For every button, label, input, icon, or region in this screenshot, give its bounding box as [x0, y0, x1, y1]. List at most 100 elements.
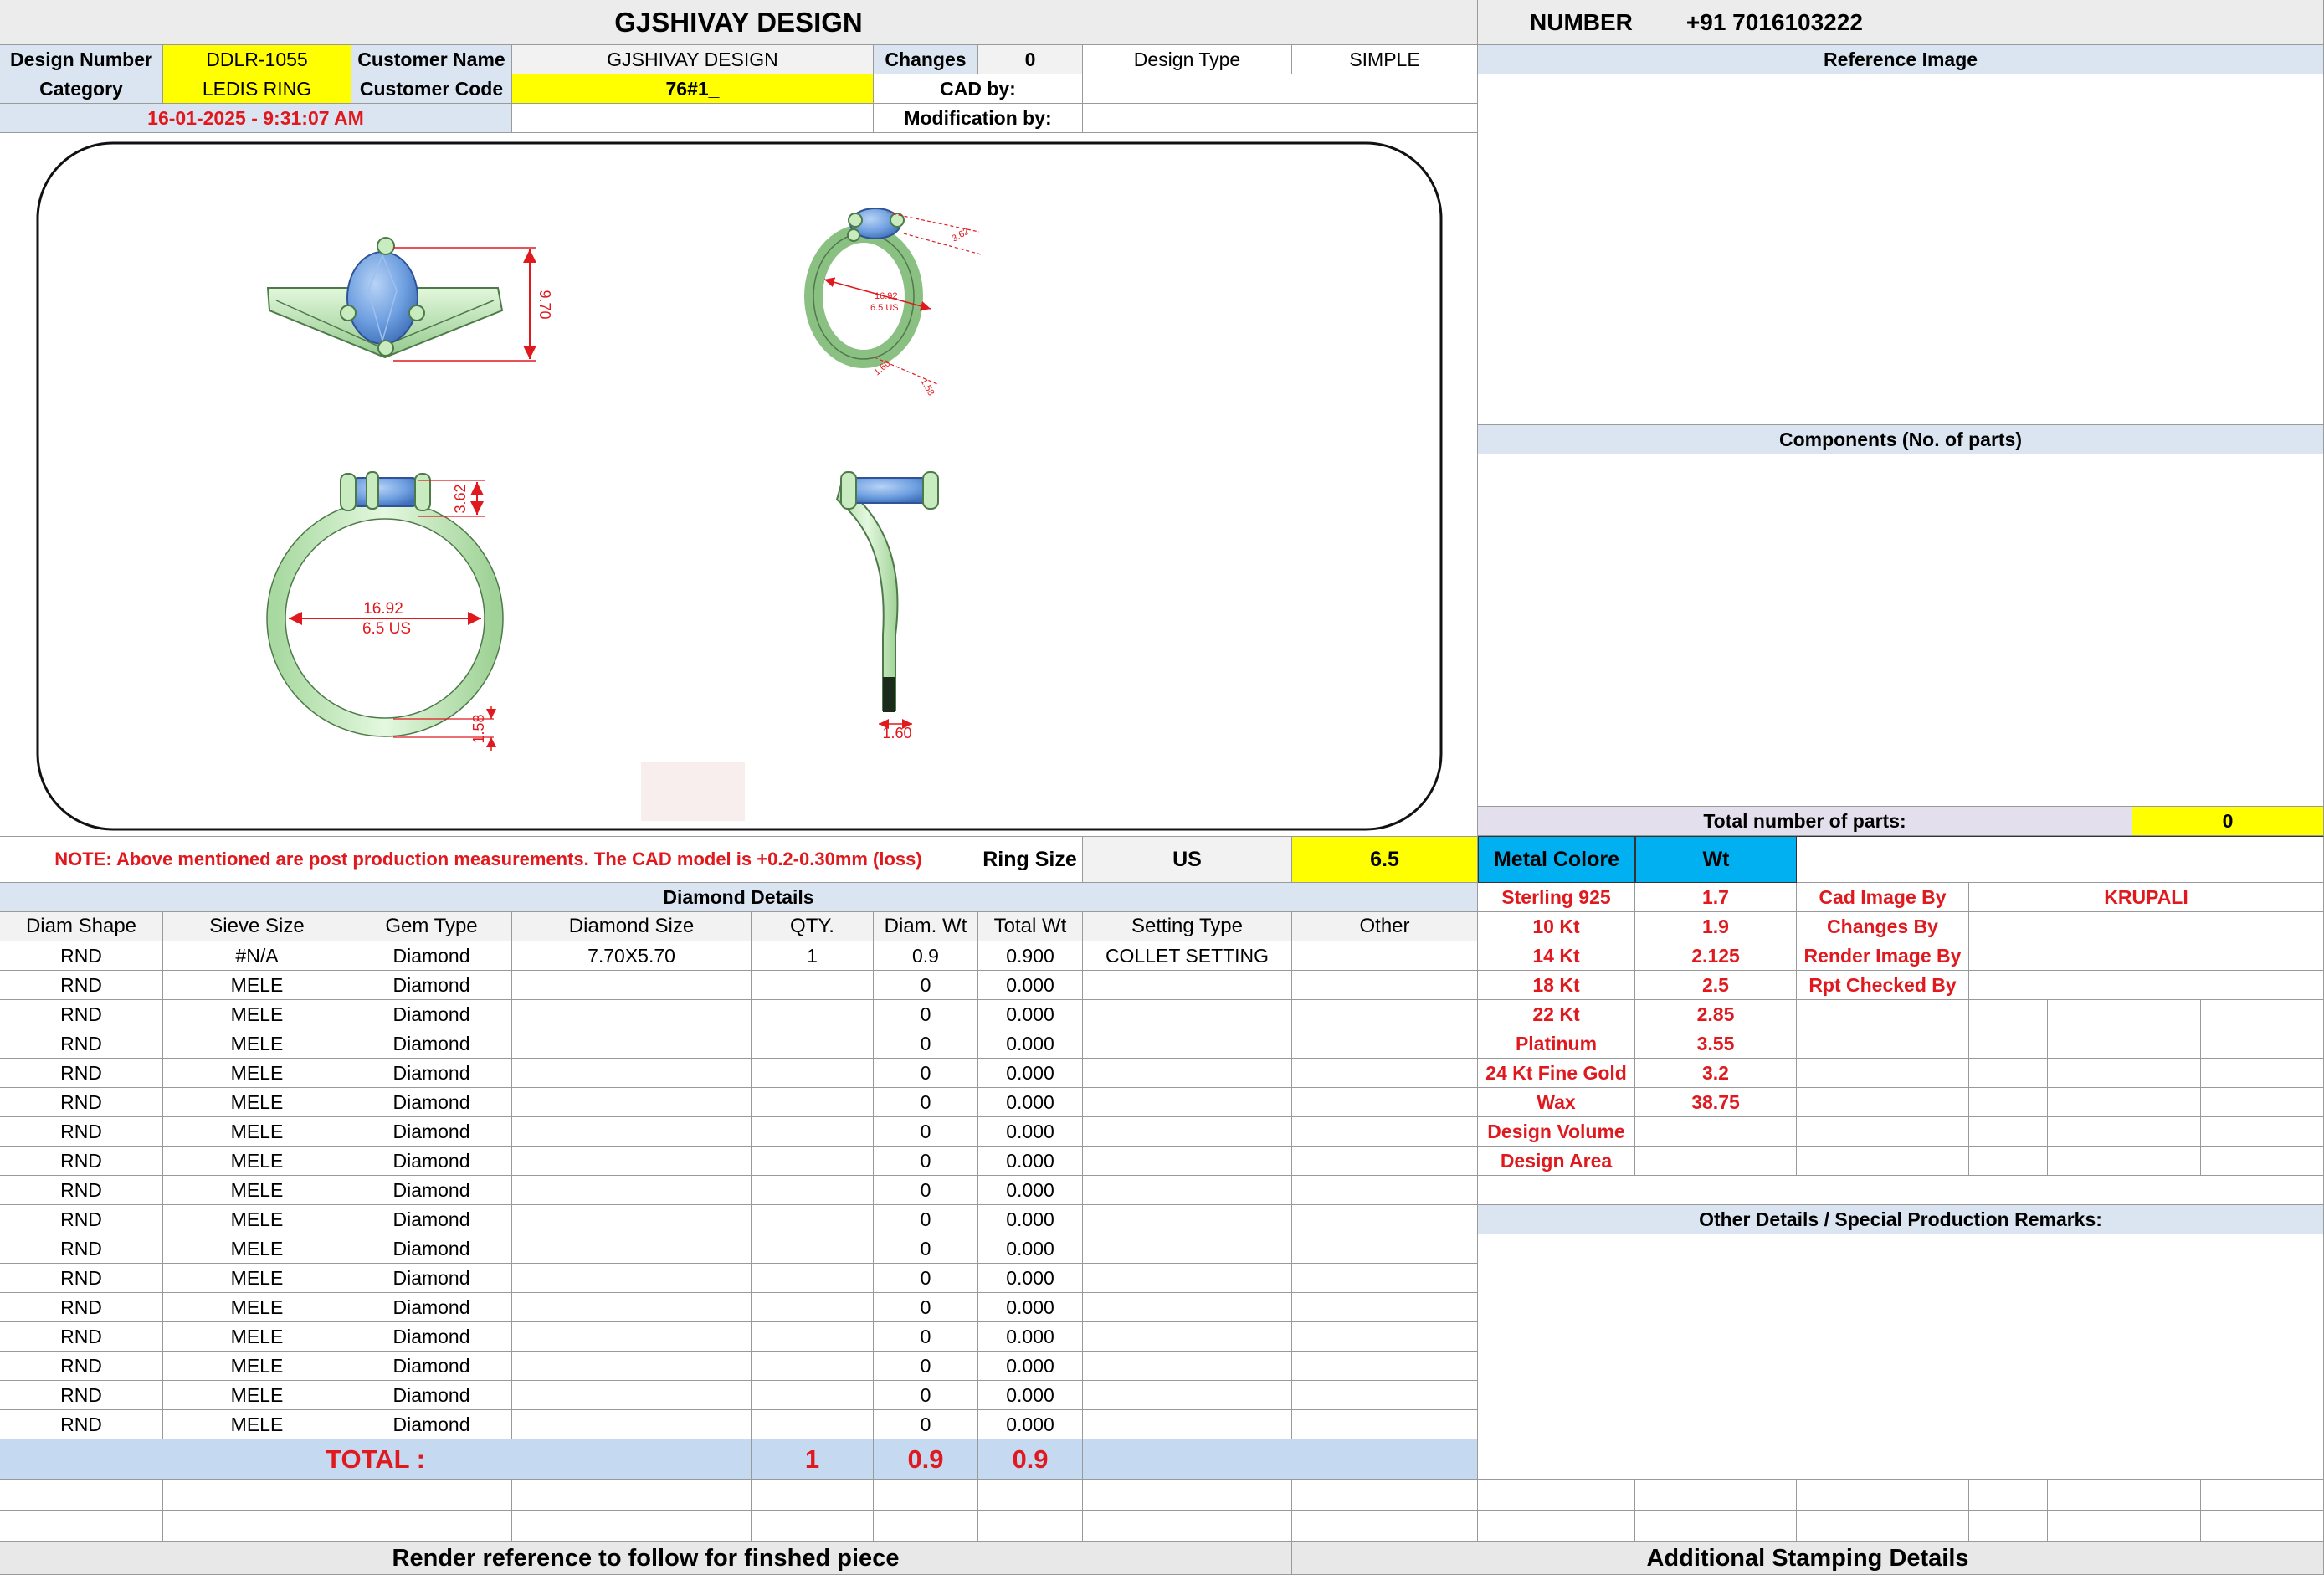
cell-gem-type: Diamond: [351, 971, 512, 1000]
cell-setting-type: [1083, 1381, 1292, 1410]
side-view: 1.60: [835, 471, 939, 741]
cell-gem-type: Diamond: [351, 941, 512, 971]
wt-label: Wt: [1635, 836, 1797, 883]
cell-sieve-size: MELE: [163, 1381, 351, 1410]
cell-diam-shape: RND: [0, 1147, 163, 1176]
cell-diam-shape: RND: [0, 1088, 163, 1117]
customer-name-label: Customer Name: [351, 45, 512, 74]
total-wt: 0.9: [978, 1439, 1083, 1480]
empty-cell: [2048, 1511, 2132, 1542]
cad-by-value: [1083, 74, 1478, 104]
remarks-label: Other Details / Special Production Remar…: [1478, 1205, 2324, 1234]
cell-diamond-size: [512, 1264, 752, 1293]
cell-diamond-size: 7.70X5.70: [512, 941, 752, 971]
blank-cell: [512, 104, 874, 133]
components-label: Components (No. of parts): [1478, 425, 2324, 454]
cell-qty: [752, 1147, 874, 1176]
empty-cell: [752, 1480, 874, 1511]
dim-bottom: 1.58: [470, 714, 487, 743]
profile-view: 16.92 6.5 US 3.62 1.58: [266, 471, 504, 751]
dim-inner: 16.92: [363, 600, 403, 618]
empty-cell: [2201, 1117, 2324, 1147]
cell-diamond-size: [512, 1147, 752, 1176]
cell-gem-type: Diamond: [351, 1205, 512, 1234]
cell-sieve-size: MELE: [163, 971, 351, 1000]
col-header-diamond-size: Diamond Size: [512, 912, 752, 941]
cell-diam-shape: RND: [0, 1352, 163, 1381]
cell-diam-wt: 0: [874, 1234, 978, 1264]
cell-qty: [752, 1029, 874, 1059]
metal-name: Sterling 925: [1478, 883, 1635, 912]
cell-diam-shape: RND: [0, 1117, 163, 1147]
metal-weight: 3.2: [1635, 1059, 1797, 1088]
metal-weight: 38.75: [1635, 1088, 1797, 1117]
cell-sieve-size: MELE: [163, 1000, 351, 1029]
cell-sieve-size: MELE: [163, 1029, 351, 1059]
total-parts-label: Total number of parts:: [1478, 807, 2132, 836]
cell-qty: [752, 971, 874, 1000]
empty-cell: [1635, 1511, 1797, 1542]
cell-diam-wt: 0: [874, 1381, 978, 1410]
cell-qty: [752, 1322, 874, 1352]
empty-cell: [874, 1511, 978, 1542]
empty-cell: [1478, 1511, 1635, 1542]
drawing-area: 9.70 16.92 6.5 US 3.62 1.58 1.60 16.92 6…: [0, 133, 1478, 836]
front-view: 9.70: [266, 237, 553, 362]
cell-qty: [752, 1059, 874, 1088]
cell-setting-type: [1083, 1147, 1292, 1176]
cell-total-wt: 0.000: [978, 1234, 1083, 1264]
cell-setting-type: [1083, 1234, 1292, 1264]
watermark-logo: [641, 762, 745, 821]
cell-total-wt: 0.000: [978, 1117, 1083, 1147]
total-blank: [1083, 1439, 1478, 1480]
cell-setting-type: [1083, 1264, 1292, 1293]
cell-diamond-size: [512, 1029, 752, 1059]
col-header-gem-type: Gem Type: [351, 912, 512, 941]
empty-cell: [1797, 1059, 1969, 1088]
col-header-qty: QTY.: [752, 912, 874, 941]
cell-other: [1292, 1322, 1478, 1352]
credit-value: [1969, 941, 2324, 971]
cell-qty: [752, 1088, 874, 1117]
footer-render-reference: Render reference to follow for finshed p…: [0, 1542, 1292, 1575]
cell-total-wt: 0.000: [978, 1293, 1083, 1322]
metal-weight: 1.9: [1635, 912, 1797, 941]
cell-setting-type: [1083, 1293, 1292, 1322]
empty-cell: [2048, 1088, 2132, 1117]
cell-diamond-size: [512, 1205, 752, 1234]
cell-sieve-size: MELE: [163, 1293, 351, 1322]
col-header-total-wt: Total Wt: [978, 912, 1083, 941]
components-area: [1478, 454, 2324, 807]
design-number-value: DDLR-1055: [163, 45, 351, 74]
cell-sieve-size: MELE: [163, 1352, 351, 1381]
col-header-setting-type: Setting Type: [1083, 912, 1292, 941]
dim-height: 9.70: [536, 290, 553, 319]
cell-total-wt: 0.000: [978, 1381, 1083, 1410]
cell-sieve-size: MELE: [163, 1059, 351, 1088]
ring-size-label: Ring Size: [977, 836, 1083, 883]
cell-gem-type: Diamond: [351, 1410, 512, 1439]
cell-other: [1292, 1293, 1478, 1322]
credit-label: Cad Image By: [1797, 883, 1969, 912]
cell-diamond-size: [512, 1000, 752, 1029]
credit-value: [1969, 971, 2324, 1000]
empty-cell: [0, 1511, 163, 1542]
iso-inner: 16.92: [875, 291, 898, 301]
metal-weight: [1635, 1117, 1797, 1147]
iso-size: 6.5 US: [870, 303, 899, 313]
iso-bottom: 1.58: [918, 377, 936, 398]
cell-other: [1292, 1234, 1478, 1264]
cell-diam-wt: 0: [874, 1410, 978, 1439]
metal-name: 22 Kt: [1478, 1000, 1635, 1029]
empty-cell: [2201, 1511, 2324, 1542]
cell-other: [1292, 1029, 1478, 1059]
cell-diamond-size: [512, 1352, 752, 1381]
cell-sieve-size: #N/A: [163, 941, 351, 971]
cell-other: [1292, 1088, 1478, 1117]
total-qty: 1: [752, 1439, 874, 1480]
cell-setting-type: [1083, 1352, 1292, 1381]
cell-qty: [752, 1176, 874, 1205]
cell-total-wt: 0.000: [978, 1059, 1083, 1088]
cell-qty: [752, 1234, 874, 1264]
cell-total-wt: 0.000: [978, 1205, 1083, 1234]
